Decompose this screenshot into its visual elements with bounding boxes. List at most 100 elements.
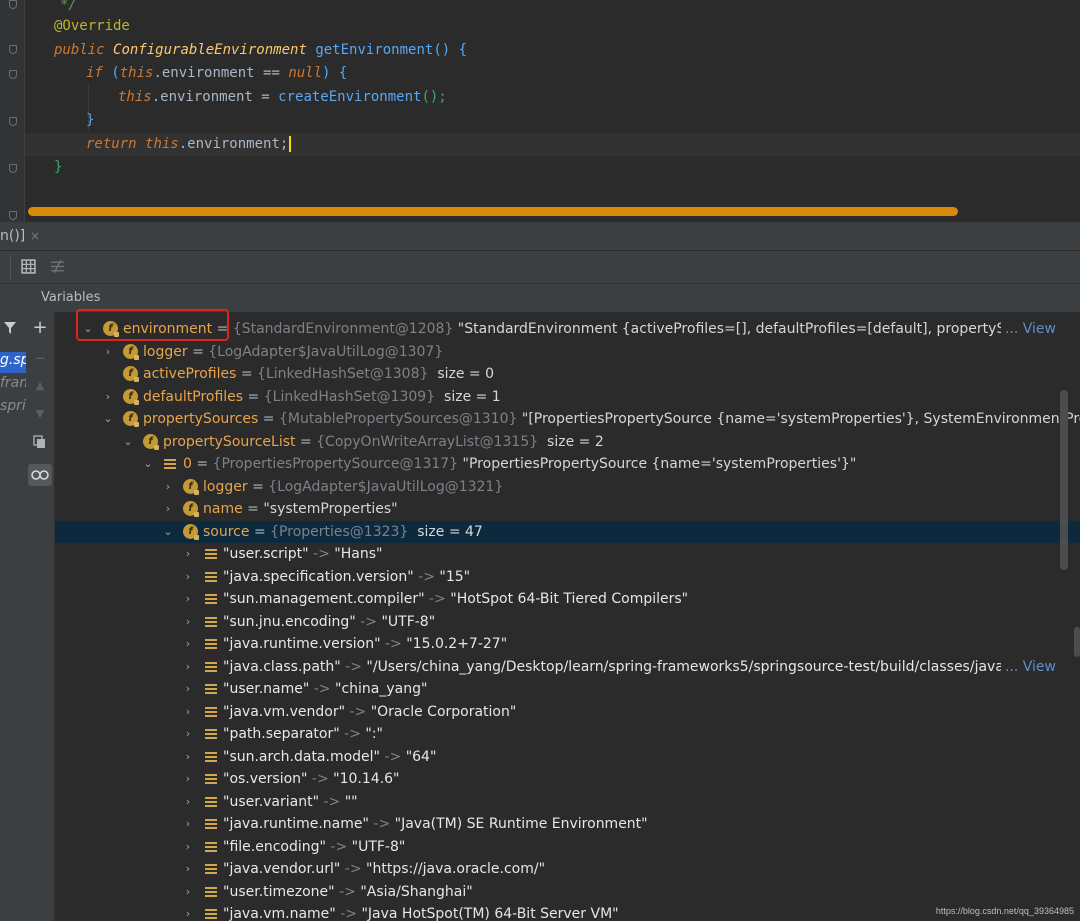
tree-row[interactable]: › f defaultProfiles = {LinkedHashSet@130… (55, 386, 1080, 408)
expand-arrow-icon[interactable]: ⌄ (162, 521, 174, 543)
vertical-scrollbar[interactable] (1060, 390, 1068, 570)
code-line: @Override (54, 18, 130, 34)
tree-row[interactable]: › "java.vm.vendor" -> "Oracle Corporation… (55, 701, 1080, 723)
map-entry: "sun.jnu.encoding" -> "UTF-8" (223, 613, 436, 630)
fold-icon[interactable] (9, 164, 17, 173)
fold-icon[interactable] (9, 117, 17, 126)
expand-arrow-icon[interactable]: › (182, 678, 194, 700)
expand-arrow-icon[interactable]: › (182, 813, 194, 835)
code-editor[interactable]: */ @Override public ConfigurableEnvironm… (0, 0, 1080, 222)
code-line: */ (60, 0, 77, 13)
expand-arrow-icon[interactable]: ⌄ (142, 453, 154, 475)
expand-arrow-icon[interactable]: › (182, 768, 194, 790)
expand-arrow-icon[interactable]: › (182, 543, 194, 565)
map-entry: "java.runtime.name" -> "Java(TM) SE Runt… (223, 816, 648, 832)
tree-row[interactable]: f activeProfiles = {LinkedHashSet@1308} … (55, 363, 1080, 385)
expand-arrow-icon[interactable]: › (182, 858, 194, 880)
tree-row[interactable]: › f name = "systemProperties" (55, 498, 1080, 520)
code-line: public ConfigurableEnvironment getEnviro… (54, 42, 468, 58)
tree-row[interactable]: › "java.runtime.version" -> "15.0.2+7-27" (55, 633, 1080, 655)
tree-row[interactable]: › "path.separator" -> ":" (55, 723, 1080, 745)
add-watch-icon[interactable]: + (32, 319, 48, 337)
tree-row[interactable]: ⌄ f propertySources = {MutablePropertySo… (55, 408, 1080, 430)
map-entry-icon (205, 864, 217, 874)
expand-arrow-icon[interactable]: › (102, 341, 114, 363)
frame-item[interactable]: fram (0, 375, 26, 391)
expand-arrow-icon[interactable]: › (182, 611, 194, 633)
close-icon[interactable]: × (30, 222, 40, 250)
expand-arrow-icon[interactable]: › (182, 701, 194, 723)
tree-row[interactable]: › "java.vendor.url" -> "https://java.orac… (55, 858, 1080, 880)
frame-item[interactable]: spri (0, 398, 26, 414)
field-icon: f (123, 366, 139, 382)
view-link[interactable]: ... View (1000, 318, 1056, 340)
tree-row[interactable]: ⌄ 0 = {PropertiesPropertySource@1317} "P… (55, 453, 1080, 475)
frame-item[interactable]: g.sp (0, 352, 26, 368)
expand-arrow-icon[interactable]: › (182, 881, 194, 903)
fold-icon[interactable] (9, 45, 17, 54)
expand-arrow-icon[interactable]: › (182, 903, 194, 921)
highlight-box (76, 309, 229, 341)
expand-arrow-icon[interactable]: › (182, 723, 194, 745)
copy-icon[interactable] (32, 435, 48, 451)
expand-arrow-icon[interactable]: › (102, 386, 114, 408)
expand-arrow-icon[interactable]: › (182, 656, 194, 678)
tree-row[interactable]: › "sun.arch.data.model" -> "64" (55, 746, 1080, 768)
tree-row[interactable]: ⌄ f propertySourceList = {CopyOnWriteArr… (55, 431, 1080, 453)
tree-row[interactable]: › f logger = {LogAdapter$JavaUtilLog@130… (55, 341, 1080, 363)
expand-arrow-icon[interactable]: › (182, 566, 194, 588)
variables-tree[interactable]: ⌄ f environment = {StandardEnvironment@1… (55, 312, 1080, 921)
field-icon: f (123, 411, 139, 427)
code-line: } (54, 159, 63, 175)
show-watches-icon[interactable] (28, 464, 52, 486)
tree-row[interactable]: › "java.class.path" -> "/Users/china_yang… (55, 655, 1080, 678)
variable-entry: source = {Properties@1323} size = 47 (203, 524, 483, 540)
expand-arrow-icon[interactable]: ⌄ (122, 431, 134, 453)
tree-row[interactable]: › "sun.management.compiler" -> "HotSpot 6… (55, 588, 1080, 610)
field-icon: f (183, 501, 199, 517)
remove-watch-icon[interactable]: − (32, 350, 48, 366)
tree-row-selected[interactable]: ⌄ f source = {Properties@1323} size = 47 (55, 521, 1080, 543)
tree-row[interactable]: › "user.timezone" -> "Asia/Shanghai" (55, 881, 1080, 903)
tree-row[interactable]: › "os.version" -> "10.14.6" (55, 768, 1080, 790)
expand-arrow-icon[interactable]: › (182, 836, 194, 858)
expand-arrow-icon[interactable]: › (162, 498, 174, 520)
table-icon[interactable] (21, 259, 36, 274)
expand-arrow-icon[interactable]: › (182, 588, 194, 610)
fold-icon[interactable] (9, 211, 17, 220)
tree-row[interactable]: › "user.name" -> "china_yang" (55, 678, 1080, 700)
map-entry: "java.runtime.version" -> "15.0.2+7-27" (223, 636, 508, 652)
filter-icon[interactable] (2, 321, 18, 337)
expand-arrow-icon[interactable]: › (182, 633, 194, 655)
move-down-icon[interactable]: ▼ (32, 406, 48, 422)
move-up-icon[interactable]: ▲ (32, 378, 48, 394)
expand-arrow-icon[interactable]: › (182, 791, 194, 813)
layout-settings-icon[interactable] (50, 259, 65, 274)
frame-tab[interactable]: n()] (0, 222, 25, 250)
horizontal-scrollbar[interactable] (28, 207, 958, 216)
tree-row[interactable]: › "java.specification.version" -> "15" (55, 566, 1080, 588)
map-entry: "file.encoding" -> "UTF-8" (223, 838, 406, 855)
map-entry: "user.variant" -> "" (223, 793, 358, 810)
map-entry: "path.separator" -> ":" (223, 726, 383, 742)
tree-row[interactable]: › "user.script" -> "Hans" (55, 543, 1080, 565)
tree-row[interactable]: › "java.runtime.name" -> "Java(TM) SE Run… (55, 813, 1080, 835)
fold-icon[interactable] (9, 70, 17, 79)
map-entry-icon (205, 661, 217, 672)
editor-gutter[interactable] (0, 0, 24, 222)
field-icon: f (123, 344, 139, 360)
expand-arrow-icon[interactable]: ⌄ (102, 408, 114, 430)
tree-row[interactable]: › "user.variant" -> "" (55, 791, 1080, 813)
expand-arrow-icon[interactable]: › (162, 476, 174, 498)
fold-icon[interactable] (9, 0, 17, 9)
expand-arrow-icon[interactable]: › (182, 746, 194, 768)
tree-row[interactable]: › "sun.jnu.encoding" -> "UTF-8" (55, 611, 1080, 633)
gutter-divider (24, 0, 25, 222)
map-entry: "user.name" -> "china_yang" (223, 681, 428, 697)
tree-row[interactable]: › "java.vm.name" -> "Java HotSpot(TM) 64-… (55, 903, 1080, 921)
frames-list[interactable]: g.sp fram spri (0, 312, 26, 921)
tree-row[interactable]: › "file.encoding" -> "UTF-8" (55, 836, 1080, 858)
field-icon: f (183, 479, 199, 495)
tree-row[interactable]: › f logger = {LogAdapter$JavaUtilLog@132… (55, 476, 1080, 498)
view-link[interactable]: ... View (1000, 655, 1056, 678)
